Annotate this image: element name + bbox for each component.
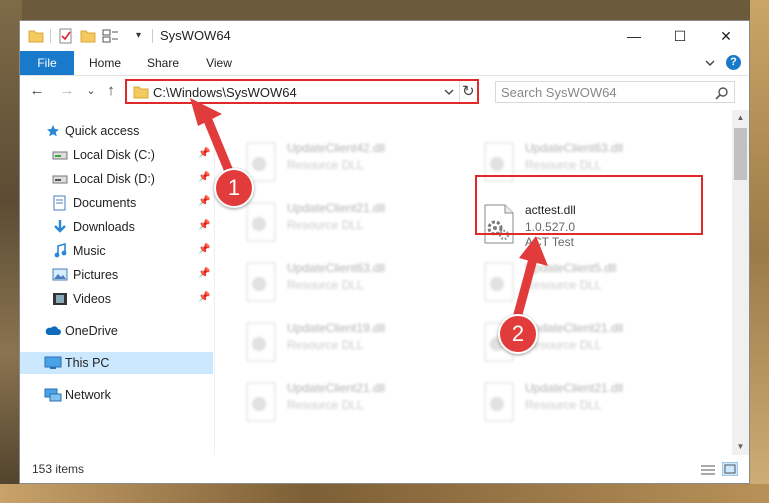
callout-2: 2 xyxy=(498,314,538,354)
arrow-2-head xyxy=(519,236,548,266)
callout-1: 1 xyxy=(214,168,254,208)
arrow-1-head xyxy=(190,98,222,126)
annotation-arrows xyxy=(190,98,548,323)
arrow-2 xyxy=(512,254,538,323)
